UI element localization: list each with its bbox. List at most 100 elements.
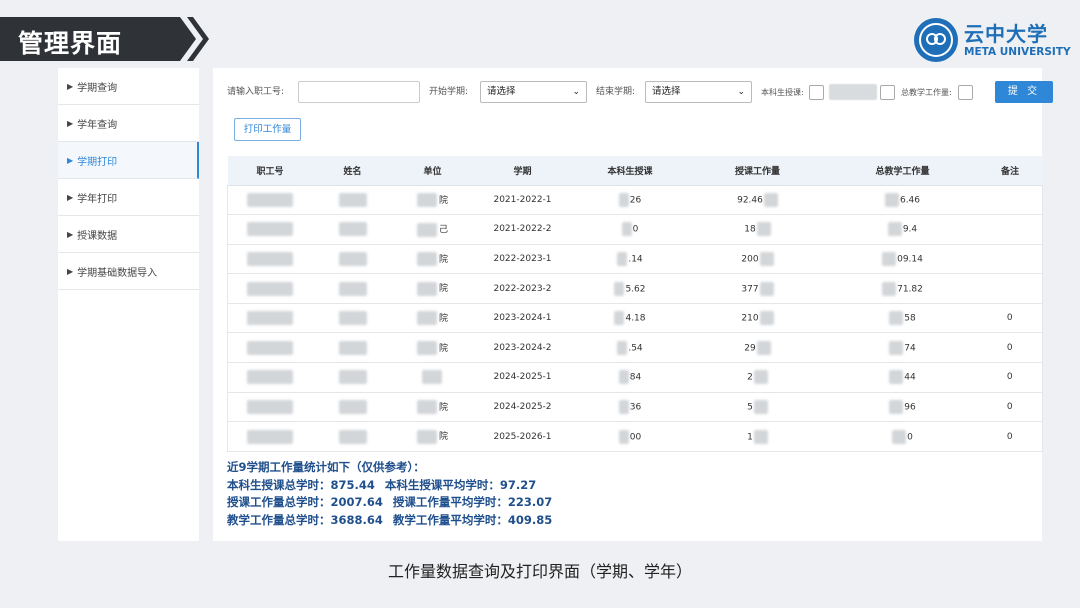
cell-remark: 0 — [977, 421, 1043, 452]
cell-unit: 院 — [392, 421, 473, 452]
university-logo: 云中大学 META UNIVERSITY — [914, 18, 1071, 64]
cell-teaching: 200 — [687, 244, 828, 275]
summary-heading: 近9学期工作量统计如下（仅供参考）： — [227, 460, 425, 474]
redacted-undergrad — [618, 192, 629, 207]
cell-staff-id — [227, 214, 313, 245]
cell-term-value: 2024-2025-1 — [493, 372, 552, 383]
redacted-total — [884, 192, 899, 207]
sidebar-item-label: 学年查询 — [77, 119, 118, 131]
caret-right-icon: ▶ — [67, 266, 74, 276]
cell-total-value: 9.4 — [902, 224, 918, 235]
cell-name — [312, 332, 393, 364]
cell-undergrad-value: .14 — [628, 254, 643, 265]
caret-right-icon: ▶ — [67, 192, 74, 202]
cell-name — [312, 185, 393, 216]
sidebar-item-term-query[interactable]: ▶ 学期查询 — [58, 68, 199, 105]
university-seal-icon — [914, 18, 958, 62]
slide-title: 管理界面 — [18, 29, 123, 58]
redacted-total — [889, 340, 904, 355]
cell-total-value: 44 — [904, 372, 916, 383]
cell-teaching-value: 92.46 — [737, 195, 763, 206]
teaching-total: 授课工作量总学时：2007.64 — [227, 495, 383, 509]
cell-unit: 院 — [392, 332, 473, 364]
cell-total-value: 6.46 — [899, 195, 921, 206]
table-row: 院 2022-2023-2 5.62 377 71.82 — [227, 273, 1043, 304]
sidebar-item-teaching-data[interactable]: ▶ 授课数据 — [58, 216, 199, 253]
cell-term: 2022-2023-1 — [472, 244, 573, 275]
chevron-down-icon: ⌄ — [572, 87, 580, 97]
table-header-row: 职工号 姓名 单位 学期 本科生授课 授课工作量 总教学工作量 备注 — [227, 156, 1043, 186]
cell-undergrad: 00 — [572, 421, 688, 452]
redacted-unit — [416, 252, 437, 267]
total-workload-label: 总教学工作量: — [901, 88, 952, 97]
sidebar-item-year-print[interactable]: ▶ 学年打印 — [58, 179, 199, 216]
column-header: 单位 — [392, 156, 473, 186]
cell-unit-value: 院 — [438, 195, 448, 206]
staff-id-label: 请输入职工号: — [227, 87, 285, 97]
cell-undergrad: 84 — [572, 362, 688, 393]
caret-right-icon: ▶ — [67, 229, 74, 239]
redacted-unit — [421, 370, 442, 385]
cell-name — [312, 362, 393, 393]
cell-undergrad-value: 36 — [629, 402, 642, 413]
print-workload-button[interactable]: 打印工作量 — [234, 118, 301, 141]
redacted-staff-id — [247, 192, 294, 207]
column-header: 本科生授课 — [572, 156, 688, 186]
cell-name — [312, 303, 393, 334]
undergrad-average: 本科生授课平均学时：97.27 — [384, 477, 537, 492]
redacted-staff-id — [247, 281, 294, 296]
cell-remark — [977, 214, 1043, 245]
redacted-checkbox[interactable] — [880, 85, 895, 100]
cell-term: 2023-2024-1 — [472, 303, 573, 334]
sidebar-item-term-print[interactable]: ▶ 学期打印 — [58, 142, 199, 179]
sidebar: ▶ 学期查询 ▶ 学年查询 ▶ 学期打印 ▶ 学年打印 ▶ 授课数据 ▶ 学期基… — [58, 68, 199, 541]
redacted-teaching — [753, 429, 768, 444]
redacted-name — [338, 281, 367, 296]
sidebar-item-year-query[interactable]: ▶ 学年查询 — [58, 105, 199, 142]
summary-line-overall: 教学工作量总学时：3688.64 教学工作量平均学时：409.85 — [227, 512, 552, 530]
redacted-name — [338, 370, 367, 385]
workload-summary: 近9学期工作量统计如下（仅供参考）： 本科生授课总学时：875.44 本科生授课平… — [227, 459, 552, 529]
cell-teaching: 2 — [687, 362, 828, 393]
total-workload-checkbox[interactable] — [958, 85, 973, 100]
cell-unit-value: 己 — [438, 225, 448, 236]
end-term-select[interactable]: 请选择 ⌄ — [645, 81, 752, 103]
cell-undergrad-value: 00 — [629, 432, 642, 443]
cell-total: 9.4 — [827, 214, 978, 245]
cell-teaching-value: 210 — [741, 313, 759, 324]
cell-undergrad: .14 — [572, 244, 688, 275]
cell-remark: 0 — [977, 332, 1043, 364]
sidebar-item-label: 学期查询 — [77, 82, 118, 94]
column-header: 备注 — [977, 156, 1043, 186]
sidebar-item-data-import[interactable]: ▶ 学期基础数据导入 — [58, 253, 199, 290]
redacted-unit — [416, 193, 437, 208]
undergrad-checkbox[interactable] — [809, 85, 824, 100]
cell-remark-value: 0 — [1006, 431, 1013, 442]
cell-remark: 0 — [977, 303, 1043, 334]
staff-id-input[interactable] — [298, 81, 420, 103]
cell-teaching: 92.46 — [687, 185, 828, 216]
cell-unit — [392, 362, 473, 393]
main-panel: 请输入职工号: 开始学期: 请选择 ⌄ 结束学期: 请选择 ⌄ 本科生授课: 总… — [213, 68, 1053, 541]
cell-undergrad-value: .54 — [628, 343, 643, 354]
redacted-total — [892, 429, 907, 444]
cell-remark-value: 0 — [1006, 372, 1013, 383]
cell-remark-value: 0 — [1006, 401, 1013, 412]
cell-unit-value: 院 — [438, 313, 448, 324]
logo-chinese-name: 云中大学 — [964, 22, 1048, 46]
column-header: 授课工作量 — [687, 156, 828, 186]
cell-term: 2022-2023-2 — [472, 273, 573, 304]
redacted-undergrad — [618, 429, 629, 444]
cell-remark-value: 0 — [1006, 342, 1013, 353]
column-header: 职工号 — [227, 156, 313, 186]
redacted-unit — [416, 222, 437, 237]
redacted-teaching — [763, 192, 778, 207]
cell-unit-value: 院 — [438, 402, 448, 413]
cell-undergrad-value: 26 — [629, 195, 642, 206]
submit-button[interactable]: 提 交 — [995, 81, 1053, 103]
cell-unit-value: 院 — [438, 343, 448, 354]
cell-teaching: 18 — [687, 214, 828, 245]
cell-undergrad: 26 — [572, 185, 688, 216]
cell-total: 6.46 — [827, 185, 978, 216]
start-term-select[interactable]: 请选择 ⌄ — [480, 81, 587, 103]
